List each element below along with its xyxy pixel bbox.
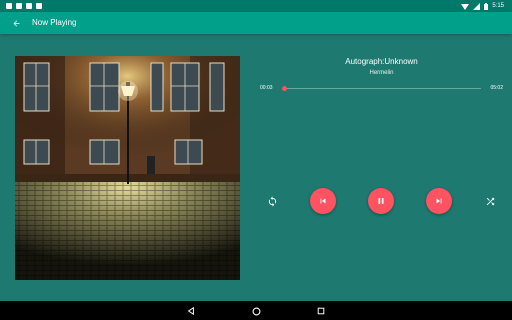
signal-icon — [473, 2, 481, 10]
notification-icon — [36, 3, 42, 9]
page-title: Now Playing — [32, 18, 77, 27]
clock: 5:15 — [492, 3, 504, 9]
song-title: Autograph:Unknown — [345, 57, 418, 66]
system-icons: 5:15 — [461, 0, 504, 12]
elapsed-time: 00:03 — [260, 85, 273, 91]
notification-icon — [6, 3, 12, 9]
nav-home-button[interactable] — [249, 304, 263, 318]
progress-row: 00:03 05:02 — [260, 84, 503, 94]
track-info: Autograph:Unknown Hermelin 00:03 05:02 — [260, 56, 503, 91]
square-recents-icon — [317, 307, 325, 315]
album-art-image — [15, 56, 240, 280]
next-button[interactable] — [426, 188, 452, 214]
notification-icons — [6, 0, 42, 12]
shuffle-button[interactable] — [480, 191, 500, 211]
album-art — [15, 56, 240, 280]
artist-name: Hermelin — [369, 70, 394, 76]
repeat-button[interactable] — [262, 191, 282, 211]
seek-bar-thumb[interactable] — [281, 86, 287, 91]
battery-icon — [484, 2, 489, 10]
nav-recents-button[interactable] — [314, 304, 328, 318]
pause-button[interactable] — [368, 188, 394, 214]
playback-controls — [260, 188, 503, 214]
notification-icon — [26, 3, 32, 9]
repeat-icon — [268, 195, 276, 207]
previous-button[interactable] — [310, 188, 336, 214]
total-duration: 05:02 — [490, 85, 503, 91]
skip-previous-icon — [320, 198, 326, 204]
notification-icon — [16, 3, 22, 9]
back-button[interactable] — [9, 16, 23, 30]
status-bar: 5:15 — [0, 0, 512, 12]
arrow-back-icon — [13, 20, 19, 26]
navigation-bar — [0, 301, 512, 320]
nav-back-button[interactable] — [184, 304, 198, 318]
skip-next-icon — [436, 198, 442, 204]
seek-bar[interactable] — [281, 86, 481, 91]
wifi-icon — [461, 3, 470, 10]
pause-icon — [378, 198, 384, 204]
triangle-back-icon — [187, 307, 194, 315]
app-bar: Now Playing — [0, 12, 512, 34]
shuffle-icon — [486, 197, 494, 205]
circle-home-icon — [252, 307, 260, 315]
